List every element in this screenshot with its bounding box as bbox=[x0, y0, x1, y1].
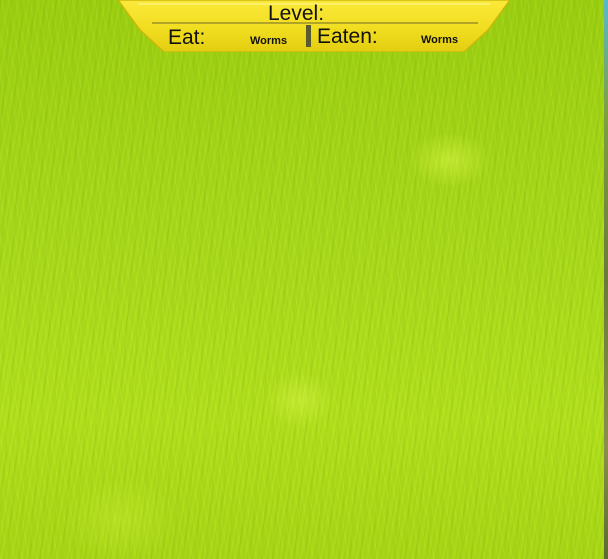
hud-banner: Level: Eat: Worms Eaten: Worms bbox=[118, 0, 510, 52]
right-edge-strip bbox=[604, 0, 608, 559]
game-stage[interactable]: Level: Eat: Worms Eaten: Worms bbox=[0, 0, 608, 559]
hud-divider bbox=[306, 25, 311, 47]
grass-field[interactable] bbox=[0, 0, 604, 559]
level-label: Level: bbox=[268, 2, 325, 25]
eaten-label: Eaten: bbox=[317, 25, 378, 48]
eat-label: Eat: bbox=[168, 26, 206, 49]
eaten-count-value: Worms bbox=[421, 34, 459, 46]
eat-target-value: Worms bbox=[250, 35, 288, 47]
